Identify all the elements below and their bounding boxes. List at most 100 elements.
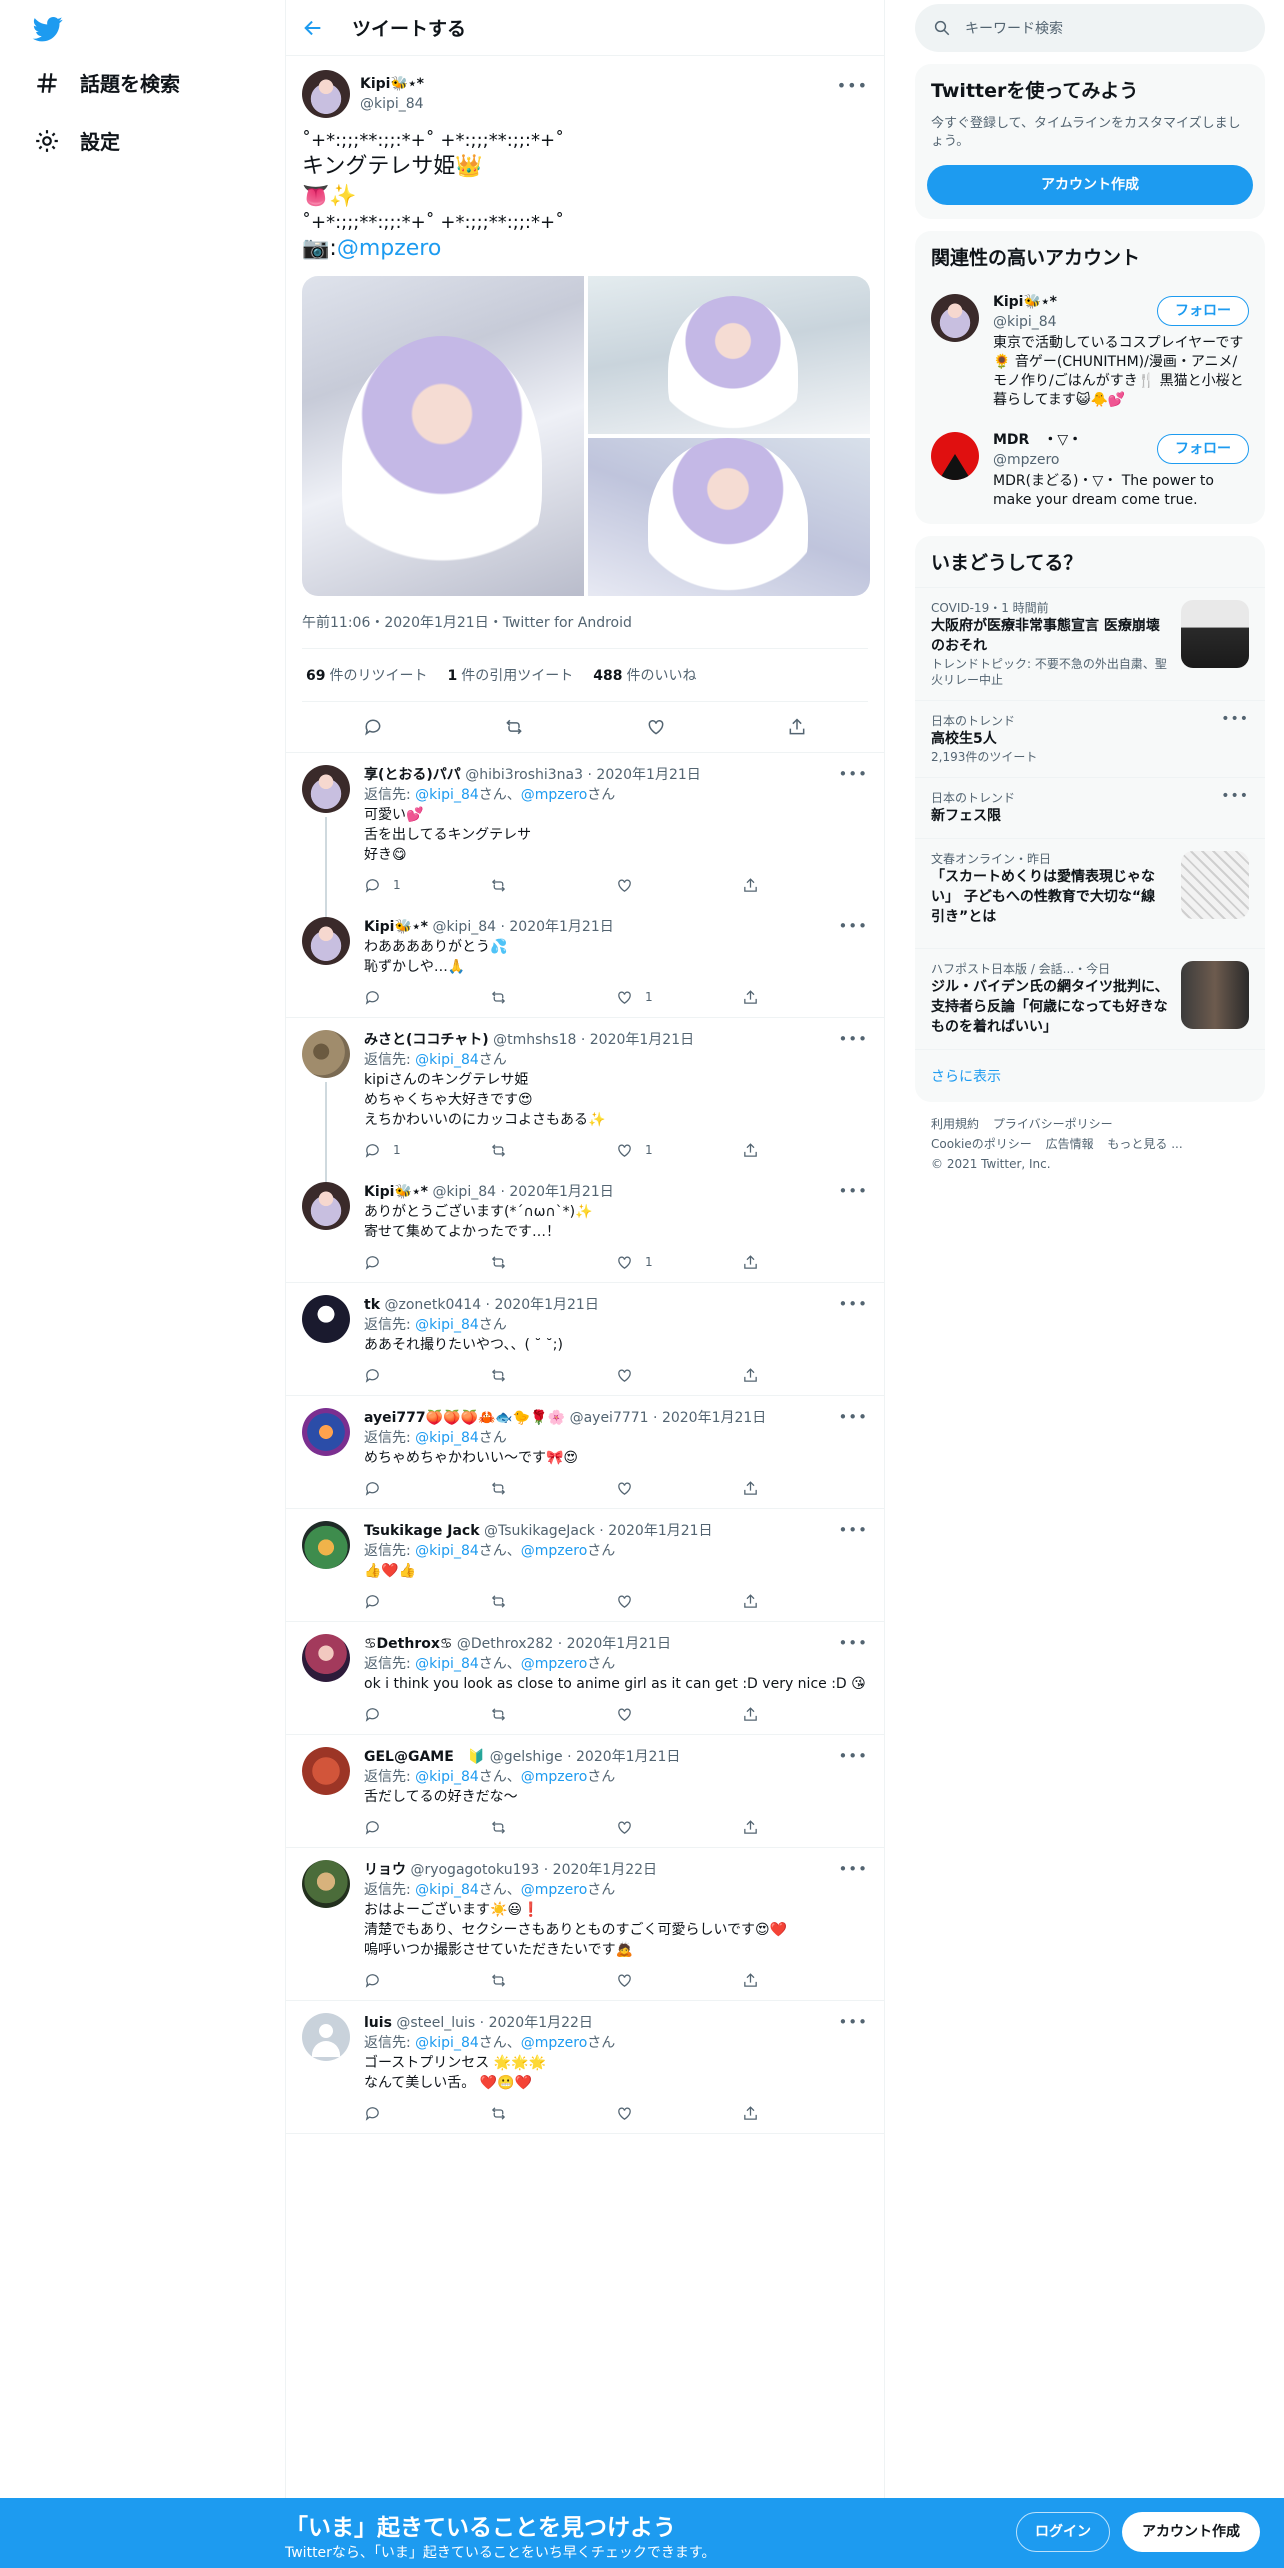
footer-link[interactable]: 広告情報 <box>1046 1137 1094 1151</box>
login-button[interactable]: ログイン <box>1016 2512 1110 2552</box>
tweet-date[interactable]: 2020年1月21日 <box>567 1636 671 1652</box>
retweet-action[interactable] <box>490 989 616 1006</box>
share-action[interactable] <box>742 1593 868 1610</box>
mention-link[interactable]: @mpzero <box>521 1543 588 1559</box>
share-action[interactable] <box>742 1706 868 1723</box>
trend-item[interactable]: 日本のトレンド 高校生5人 2,193件のツイート ••• <box>915 700 1265 777</box>
mention-link[interactable]: @kipi_84 <box>415 787 479 803</box>
mention-link[interactable]: @kipi_84 <box>415 1317 479 1333</box>
share-action[interactable] <box>742 2105 868 2122</box>
author-name[interactable]: 享(とおる)パパ <box>364 767 461 783</box>
avatar[interactable] <box>302 1408 350 1456</box>
author-name[interactable]: ayei777🍑🍑🍑🦀🐟🐤🌹🌸 <box>364 1410 565 1426</box>
retweet-action[interactable] <box>490 1367 616 1384</box>
reply-tweet[interactable]: ••• Kipi🐝⋆* @kipi_84 · 2020年1月21日 ありがとうござい… <box>286 1170 884 1283</box>
more-options-icon[interactable]: ••• <box>837 76 868 95</box>
author-handle[interactable]: @kipi_84 <box>360 94 424 114</box>
signup-button[interactable]: アカウント作成 <box>1122 2512 1260 2552</box>
retweet-action[interactable] <box>490 1706 616 1723</box>
photo-credit-link[interactable]: @mpzero <box>337 236 442 261</box>
avatar[interactable] <box>302 1295 350 1343</box>
author-name[interactable]: Tsukikage Jack <box>364 1523 480 1539</box>
account-item[interactable]: MDR ・▽・ @mpzero MDR(まどる)・▽・ The power to… <box>915 420 1265 524</box>
tweet-date[interactable]: 2020年1月21日 <box>576 1749 680 1765</box>
tweet-date[interactable]: 2020年1月22日 <box>489 2015 593 2031</box>
author-name[interactable]: リョウ <box>364 1862 406 1878</box>
reply-action[interactable] <box>364 1480 490 1497</box>
reply-icon[interactable] <box>363 717 383 737</box>
author-handle[interactable]: @zonetk0414 <box>384 1297 481 1313</box>
more-options-icon[interactable]: ••• <box>838 1860 868 1878</box>
author-handle[interactable]: @steel_luis <box>396 2015 475 2031</box>
like-action[interactable] <box>616 1367 742 1384</box>
avatar[interactable] <box>302 917 350 965</box>
reply-action[interactable] <box>364 1593 490 1610</box>
more-options-icon[interactable]: ••• <box>838 2013 868 2031</box>
like-action[interactable]: 1 <box>616 1142 742 1159</box>
like-action[interactable] <box>616 1593 742 1610</box>
more-options-icon[interactable]: ••• <box>838 1030 868 1048</box>
more-options-icon[interactable]: ••• <box>838 1747 868 1765</box>
search-box[interactable]: キーワード検索 <box>915 4 1265 52</box>
reply-action[interactable] <box>364 1254 490 1271</box>
avatar[interactable] <box>302 1747 350 1795</box>
reply-tweet[interactable]: ••• GEL@GAME 🔰 @gelshige · 2020年1月21日 返信先:… <box>286 1735 884 1848</box>
retweet-action[interactable] <box>490 877 616 894</box>
footer-link[interactable]: プライバシーポリシー <box>993 1117 1113 1131</box>
trend-item[interactable]: 文春オンライン・昨日 「スカートめくりは愛情表現じゃない」 子どもへの性教育で大… <box>915 838 1265 948</box>
mention-link[interactable]: @mpzero <box>521 2035 588 2051</box>
author-handle[interactable]: @TsukikageJack <box>484 1523 595 1539</box>
more-options-icon[interactable]: ••• <box>838 765 868 783</box>
retweet-action[interactable] <box>490 2105 616 2122</box>
more-options-icon[interactable]: ••• <box>838 1182 868 1200</box>
mention-link[interactable]: @kipi_84 <box>415 1052 479 1068</box>
tweet-photo[interactable] <box>302 276 584 596</box>
avatar[interactable] <box>931 432 979 480</box>
like-action[interactable] <box>616 1480 742 1497</box>
author-handle[interactable]: @kipi_84 <box>432 919 496 935</box>
mention-link[interactable]: @mpzero <box>521 1769 588 1785</box>
account-item[interactable]: Kipi🐝⋆* @kipi_84 東京で活動しているコスプレイヤーです🌻 音ゲー… <box>915 282 1265 420</box>
back-arrow-icon[interactable] <box>302 17 324 39</box>
more-options-icon[interactable]: ••• <box>1221 788 1249 804</box>
tweet-date[interactable]: 2020年1月22日 <box>553 1862 657 1878</box>
like-action[interactable]: 1 <box>616 989 742 1006</box>
author-name[interactable]: Kipi🐝⋆* <box>360 74 424 94</box>
reply-tweet[interactable]: ••• luis @steel_luis · 2020年1月22日 返信先: @ki… <box>286 2001 884 2134</box>
share-action[interactable] <box>742 1819 868 1836</box>
reply-action[interactable]: 1 <box>364 1142 490 1159</box>
retweet-action[interactable] <box>490 1480 616 1497</box>
like-action[interactable] <box>616 1972 742 1989</box>
footer-link[interactable]: もっと見る ... <box>1107 1137 1182 1151</box>
avatar[interactable] <box>302 765 350 813</box>
like-action[interactable] <box>616 1819 742 1836</box>
tweet-date[interactable]: 2020年1月21日 <box>608 1523 712 1539</box>
share-action[interactable] <box>742 1972 868 1989</box>
tweet-meta[interactable]: 午前11:06・2020年1月21日・Twitter for Android <box>302 612 868 632</box>
more-options-icon[interactable]: ••• <box>838 1521 868 1539</box>
retweet-action[interactable] <box>490 1142 616 1159</box>
share-action[interactable] <box>742 877 868 894</box>
tweet-date[interactable]: 2020年1月21日 <box>662 1410 766 1426</box>
avatar[interactable] <box>931 294 979 342</box>
like-action[interactable]: 1 <box>616 1254 742 1271</box>
trend-item[interactable]: 日本のトレンド 新フェス限 ••• <box>915 777 1265 838</box>
nav-explore[interactable]: 話題を検索 <box>34 68 180 97</box>
author-handle[interactable]: @hibi3roshi3na3 <box>465 767 583 783</box>
retweets-stat[interactable]: 69 件のリツイート <box>306 665 427 685</box>
reply-action[interactable] <box>364 1706 490 1723</box>
reply-tweet[interactable]: ••• リョウ @ryogagotoku193 · 2020年1月22日 返信先: … <box>286 1848 884 2001</box>
mention-link[interactable]: @kipi_84 <box>415 1656 479 1672</box>
like-icon[interactable] <box>646 717 666 737</box>
avatar[interactable] <box>302 1860 350 1908</box>
trend-item[interactable]: COVID-19・1 時間前 大阪府が医療非常事態宣言 医療崩壊のおそれ トレン… <box>915 587 1265 700</box>
tweet-date[interactable]: 2020年1月21日 <box>494 1297 598 1313</box>
follow-button[interactable]: フォロー <box>1157 296 1249 326</box>
retweet-action[interactable] <box>490 1254 616 1271</box>
avatar[interactable] <box>302 1521 350 1569</box>
follow-button[interactable]: フォロー <box>1157 434 1249 464</box>
author-handle[interactable]: @ayei7771 <box>570 1410 649 1426</box>
tweet-date[interactable]: 2020年1月21日 <box>596 767 700 783</box>
avatar[interactable] <box>302 2013 350 2061</box>
reply-action[interactable] <box>364 1819 490 1836</box>
